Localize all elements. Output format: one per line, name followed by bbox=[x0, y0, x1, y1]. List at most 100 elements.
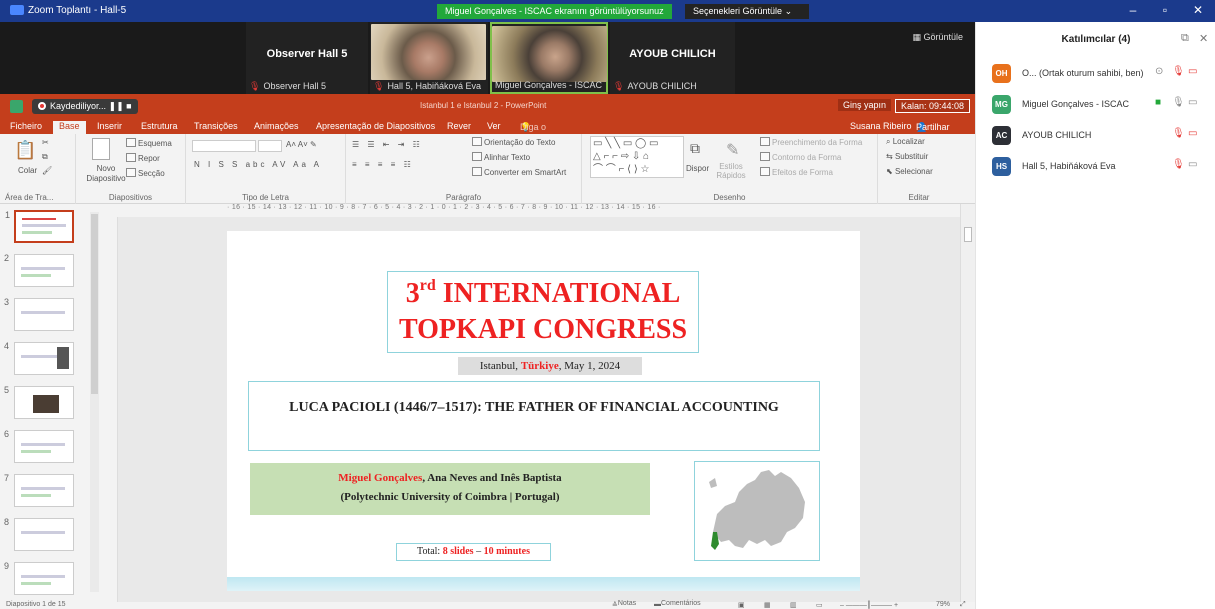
view-slideshow-icon[interactable]: ▭ bbox=[816, 601, 823, 609]
replace-button[interactable]: ⇆ Substituir bbox=[886, 152, 928, 161]
close-icon[interactable]: ✕ bbox=[1188, 3, 1208, 17]
shape-fill-button[interactable]: Preenchimento da Forma bbox=[760, 137, 862, 147]
remaining-time: Kalan: 09:44:08 bbox=[895, 99, 971, 113]
view-button[interactable]: ▦ Görüntüle bbox=[912, 32, 963, 43]
paper-title-box[interactable]: LUCA PACIOLI (1446/7–1517): THE FATHER O… bbox=[248, 381, 820, 451]
shapes-gallery[interactable]: ▭ ╲ ╲ ▭ ◯ ▭ △ ⌐ ⌐ ⇨ ⇩ ⌂ ⌒ ⌒ ⌐ ⟨ ⟩ ☆ bbox=[590, 136, 684, 178]
place-date[interactable]: Istanbul, Türkiye, May 1, 2024 bbox=[458, 357, 642, 375]
total-duration[interactable]: Total: 8 slides – 10 minutes bbox=[396, 543, 551, 561]
tab-transitions[interactable]: Transições bbox=[194, 121, 238, 131]
notes-button[interactable]: ≙ Notas bbox=[612, 600, 636, 609]
slide-thumbnail[interactable]: 6 bbox=[4, 429, 74, 463]
paste-button[interactable]: Colar bbox=[18, 166, 37, 175]
slide-thumbnail[interactable]: 3 bbox=[4, 297, 74, 331]
close-panel-icon[interactable]: ✕ bbox=[1199, 32, 1208, 45]
align-text-button[interactable]: Alinhar Texto bbox=[472, 152, 530, 162]
smartart-button[interactable]: Converter em SmartArt bbox=[472, 167, 566, 177]
minimize-icon[interactable]: – bbox=[1123, 3, 1143, 17]
screen-share-badge: Miguel Gonçalves - ISCAC ekranını görünt… bbox=[437, 4, 672, 19]
participant-row[interactable]: AC AYOUB CHILICH 🎙 ▭ bbox=[992, 126, 1212, 145]
find-button[interactable]: ⌕ Localizar bbox=[886, 137, 925, 147]
participant-row[interactable]: OH O... (Ortak oturum sahibi, ben) ⊙ 🎙 ▭ bbox=[992, 64, 1212, 83]
tab-slideshow[interactable]: Apresentação de Diapositivos bbox=[316, 121, 435, 131]
slide-thumbnail[interactable]: 5 bbox=[4, 385, 74, 419]
comments-button[interactable]: ▬ Comentários bbox=[654, 600, 701, 608]
shape-outline-button[interactable]: Contorno da Forma bbox=[760, 152, 841, 162]
select-button[interactable]: ⬉ Selecionar bbox=[886, 167, 933, 176]
format-painter-icon[interactable]: 🖌 bbox=[42, 166, 52, 175]
recording-indicator[interactable]: Kaydediliyor... ❚❚ ■ bbox=[32, 99, 138, 114]
new-slide-button[interactable]: Novo Diapositivo bbox=[86, 164, 126, 184]
cut-icon[interactable]: ✂ bbox=[42, 138, 49, 147]
align-icons[interactable]: ≡ ≡ ≡ ≡ ☷ bbox=[352, 160, 414, 169]
view-normal-icon[interactable]: ▣ bbox=[738, 601, 745, 609]
participant-row[interactable]: MG Miguel Gonçalves - ISCAC ■ 🎙 ▭ bbox=[992, 95, 1212, 114]
arrange-button[interactable]: Dispor bbox=[686, 164, 709, 173]
tab-home[interactable]: Base bbox=[53, 121, 86, 134]
slide-1[interactable]: 3rd INTERNATIONAL TOPKAPI CONGRESS Istan… bbox=[227, 231, 860, 591]
tab-design[interactable]: Estrutura bbox=[141, 121, 178, 131]
font-size-select[interactable] bbox=[258, 140, 282, 152]
slide-thumbnail[interactable]: 7 bbox=[4, 473, 74, 507]
maximize-icon[interactable]: ▫ bbox=[1155, 3, 1175, 17]
view-options-button[interactable]: Seçenekleri Görüntüle ⌄ bbox=[685, 4, 809, 19]
section-button[interactable]: Secção bbox=[126, 168, 165, 178]
tile-label-text: Miguel Gonçalves - ISCAC bbox=[495, 80, 603, 90]
quick-styles-button[interactable]: Estilos Rápidos bbox=[716, 162, 746, 180]
tab-file[interactable]: Ficheiro bbox=[10, 121, 42, 131]
shape-effects-button[interactable]: Efeitos de Forma bbox=[760, 167, 833, 177]
muted-mic-icon[interactable]: 🎙 bbox=[1172, 66, 1185, 77]
sign-in-button[interactable]: Ginş yapın bbox=[838, 99, 892, 111]
video-off-icon[interactable]: ▭ bbox=[1188, 128, 1197, 139]
layout-button[interactable]: Esquema bbox=[126, 138, 172, 148]
user-name[interactable]: Susana Ribeiro bbox=[850, 121, 912, 131]
muted-mic-icon[interactable]: 🎙 bbox=[1172, 128, 1185, 139]
font-grow-icon[interactable]: A˄ A˅ ✎ bbox=[286, 140, 317, 149]
mic-icon[interactable]: 🎙 bbox=[1172, 97, 1185, 108]
zoom-level[interactable]: 79% bbox=[936, 601, 950, 608]
video-icon[interactable]: ▭ bbox=[1188, 159, 1197, 170]
slide-thumbnail[interactable]: 8 bbox=[4, 517, 74, 551]
slide-thumbnail[interactable]: 2 bbox=[4, 253, 74, 287]
video-tile-ayoub[interactable]: AYOUB CHILICH 🎙 AYOUB CHILICH bbox=[610, 22, 735, 94]
text-direction-button[interactable]: Orientação do Texto bbox=[472, 137, 555, 147]
arrange-icon[interactable]: ⧉ bbox=[690, 140, 700, 157]
list-icons[interactable]: ☰ ☰ ⇤ ⇥ ☷ bbox=[352, 140, 423, 149]
tab-insert[interactable]: Inserir bbox=[97, 121, 122, 131]
view-reading-icon[interactable]: ▥ bbox=[790, 601, 797, 609]
video-tile-miguel[interactable]: Miguel Gonçalves - ISCAC bbox=[490, 22, 608, 94]
editor-scrollbar[interactable] bbox=[960, 204, 975, 602]
font-format-icons[interactable]: N I S S abc AV Aa A bbox=[194, 160, 322, 169]
congress-title-box[interactable]: 3rd INTERNATIONAL TOPKAPI CONGRESS bbox=[387, 271, 699, 353]
europe-map-image[interactable] bbox=[694, 461, 820, 561]
video-tile-observer[interactable]: Observer Hall 5 🎙 Observer Hall 5 bbox=[246, 22, 368, 94]
tab-view[interactable]: Ver bbox=[487, 121, 501, 131]
scroll-thumb[interactable] bbox=[91, 214, 98, 394]
popout-icon[interactable]: ⧉ bbox=[1181, 32, 1189, 45]
reset-button[interactable]: Repor bbox=[126, 153, 160, 163]
copy-icon[interactable]: ⧉ bbox=[42, 152, 48, 162]
video-tile-hall5[interactable]: 🎙 Hall 5, Habiňáková Eva bbox=[370, 22, 488, 94]
quick-styles-icon[interactable]: ✎ bbox=[726, 140, 739, 160]
tab-review[interactable]: Rever bbox=[447, 121, 471, 131]
muted-mic-icon[interactable]: 🎙 bbox=[1172, 159, 1185, 170]
slide-thumbnail[interactable]: 1 bbox=[5, 210, 74, 243]
paste-icon[interactable]: 📋 bbox=[14, 140, 36, 161]
new-slide-icon[interactable] bbox=[92, 138, 110, 160]
video-icon[interactable]: ▭ bbox=[1188, 97, 1197, 108]
tab-animations[interactable]: Animações bbox=[254, 121, 299, 131]
scroll-thumb[interactable] bbox=[964, 227, 972, 242]
pause-icon[interactable]: ❚❚ bbox=[109, 101, 124, 111]
thumbnails-scrollbar[interactable] bbox=[90, 212, 99, 592]
video-off-icon[interactable]: ▭ bbox=[1188, 66, 1197, 77]
authors-box[interactable]: Miguel Gonçalves, Ana Neves and Inês Bap… bbox=[250, 463, 650, 515]
zoom-slider[interactable]: – ———┃——— + bbox=[840, 601, 898, 609]
stop-icon[interactable]: ■ bbox=[126, 101, 131, 111]
view-sorter-icon[interactable]: ▦ bbox=[764, 601, 771, 609]
slide-thumbnail[interactable]: 4 bbox=[4, 341, 74, 375]
group-label: Editar bbox=[908, 193, 930, 202]
participant-row[interactable]: HS Hall 5, Habiňáková Eva 🎙 ▭ bbox=[992, 157, 1212, 176]
fit-slide-icon[interactable]: ⤢ bbox=[960, 601, 966, 609]
slide-thumbnail[interactable]: 9 bbox=[4, 561, 74, 595]
font-name-select[interactable] bbox=[192, 140, 256, 152]
